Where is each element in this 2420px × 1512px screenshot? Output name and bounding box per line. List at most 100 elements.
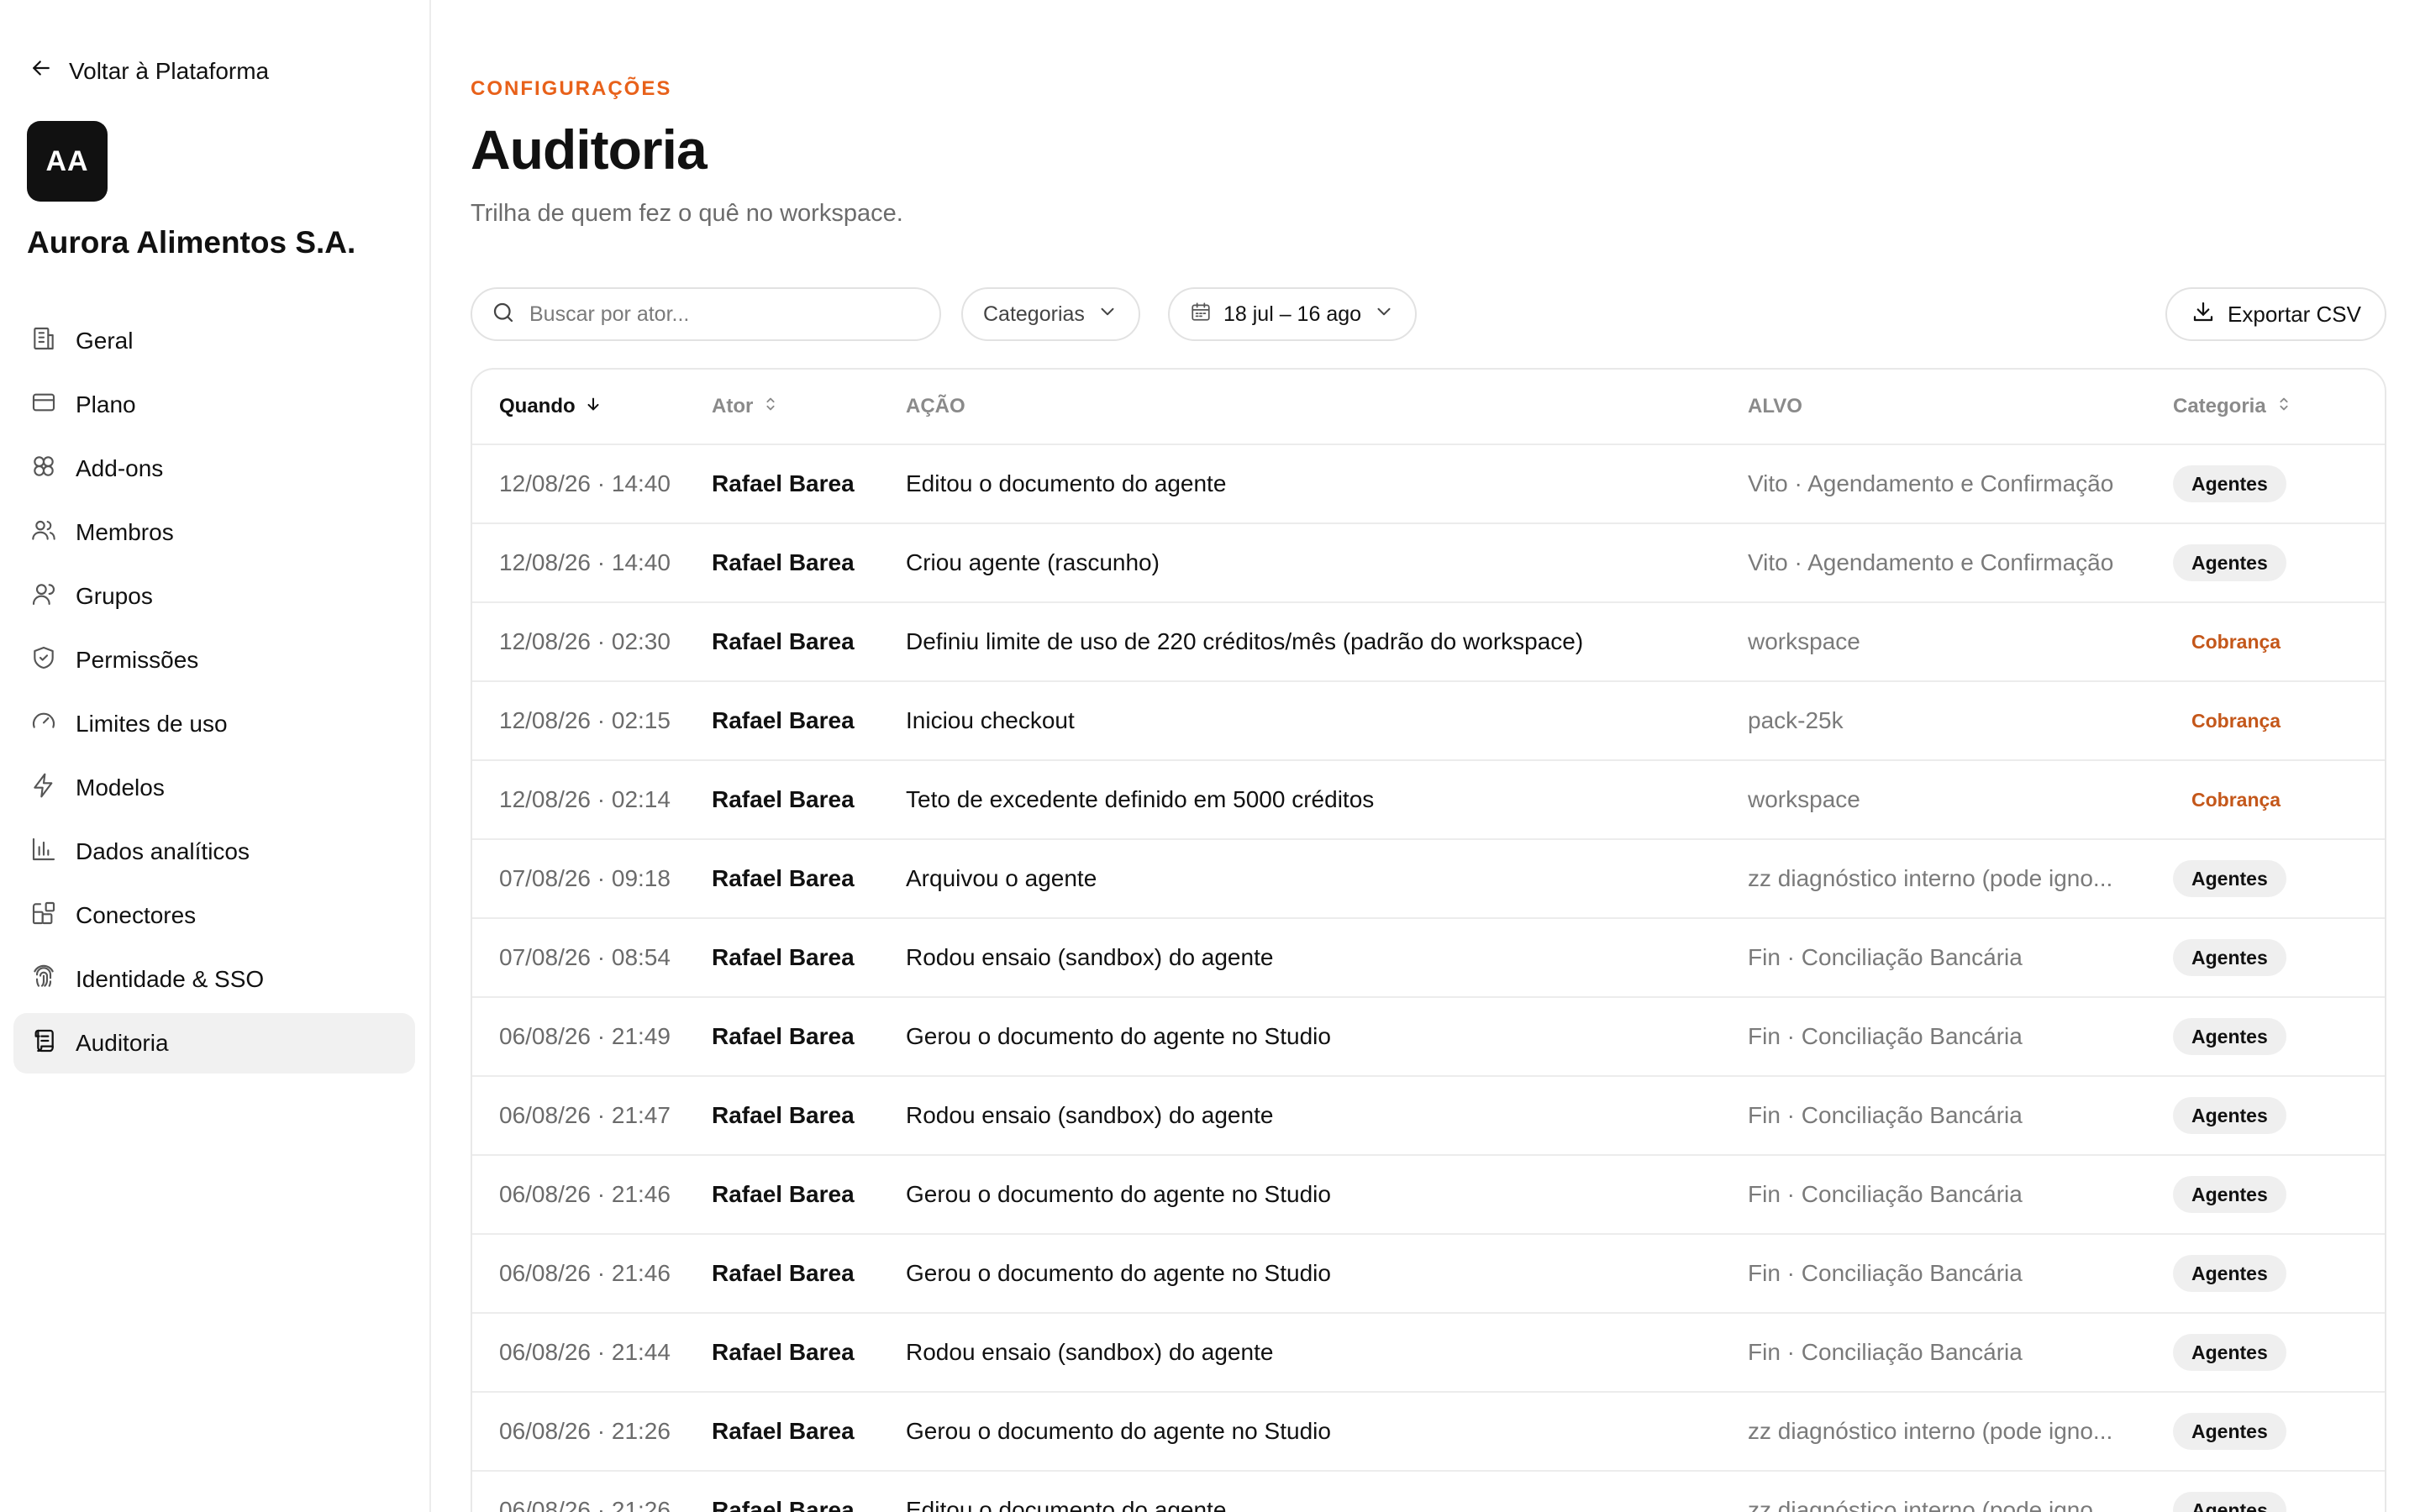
cell-actor: Rafael Barea: [712, 1023, 855, 1049]
category-badge: Agentes: [2173, 1018, 2286, 1055]
sidebar-item-grupos[interactable]: Grupos: [13, 566, 415, 627]
cell-when: 07/08/26 · 09:18: [499, 865, 671, 891]
sidebar-item-conectores[interactable]: Conectores: [13, 885, 415, 946]
table-row: 12/08/26 · 14:40 Rafael Barea Editou o doc…: [472, 445, 2385, 524]
fingerprint-icon: [30, 963, 57, 996]
sidebar-item-label: Modelos: [76, 774, 165, 801]
cell-when: 06/08/26 · 21:49: [499, 1023, 671, 1049]
search-icon: [491, 300, 516, 329]
table-row: 06/08/26 · 21:47 Rafael Barea Rodou ensaio…: [472, 1077, 2385, 1156]
cell-category: Agentes: [2173, 939, 2385, 976]
cell-target: workspace: [1748, 786, 1860, 812]
date-range-label: 18 jul – 16 ago: [1223, 302, 1362, 326]
cell-action: Gerou o documento do agente no Studio: [906, 1260, 1331, 1286]
export-csv-button[interactable]: Exportar CSV: [2165, 287, 2386, 341]
category-badge: Agentes: [2173, 1255, 2286, 1292]
column-header-when[interactable]: Quando: [472, 395, 712, 419]
category-badge: Agentes: [2173, 1097, 2286, 1134]
sidebar-item-label: Grupos: [76, 583, 153, 609]
column-header-label: AÇÃO: [906, 395, 965, 417]
credit-card-icon: [30, 389, 57, 422]
bolt-icon: [30, 772, 57, 805]
cell-target: Fin · Conciliação Bancária: [1748, 1181, 2023, 1207]
sidebar-item-limites[interactable]: Limites de uso: [13, 694, 415, 754]
cell-target: Vito · Agendamento e Confirmação: [1748, 549, 2114, 575]
date-range-picker[interactable]: 18 jul – 16 ago: [1168, 287, 1418, 341]
cell-category: Cobrança: [2173, 702, 2385, 739]
cell-when: 12/08/26 · 02:30: [499, 628, 671, 654]
category-badge: Cobrança: [2173, 702, 2300, 739]
calendar-icon: [1190, 301, 1212, 328]
cell-target: Vito · Agendamento e Confirmação: [1748, 470, 2114, 496]
page-eyebrow: CONFIGURAÇÕES: [471, 77, 672, 100]
category-badge: Agentes: [2173, 1334, 2286, 1371]
table-row: 12/08/26 · 02:15 Rafael Barea Iniciou chec…: [472, 682, 2385, 761]
main-content: CONFIGURAÇÕES Auditoria Trilha de quem f…: [431, 0, 2420, 1512]
cell-when: 06/08/26 · 21:47: [499, 1102, 671, 1128]
table-row: 06/08/26 · 21:46 Rafael Barea Gerou o docu…: [472, 1156, 2385, 1235]
cell-when: 06/08/26 · 21:26: [499, 1497, 671, 1512]
column-header-category[interactable]: Categoria: [2173, 395, 2385, 419]
category-badge: Agentes: [2173, 1176, 2286, 1213]
table-row: 06/08/26 · 21:26 Rafael Barea Gerou o docu…: [472, 1393, 2385, 1472]
cell-actor: Rafael Barea: [712, 1418, 855, 1444]
sidebar-item-permissoes[interactable]: Permissões: [13, 630, 415, 690]
cell-action: Teto de excedente definido em 5000 crédi…: [906, 786, 1375, 812]
cell-category: Agentes: [2173, 465, 2385, 502]
column-header-actor[interactable]: Ator: [712, 395, 906, 419]
cell-target: zz diagnóstico interno (pode igno...: [1748, 865, 2113, 891]
sidebar-item-auditoria[interactable]: Auditoria: [13, 1013, 415, 1074]
sidebar-item-modelos[interactable]: Modelos: [13, 758, 415, 818]
cell-action: Definiu limite de uso de 220 créditos/mê…: [906, 628, 1584, 654]
cell-actor: Rafael Barea: [712, 1260, 855, 1286]
back-to-platform-link[interactable]: Voltar à Plataforma: [29, 55, 269, 87]
cell-target: Fin · Conciliação Bancária: [1748, 1260, 2023, 1286]
sidebar-item-addons[interactable]: Add-ons: [13, 438, 415, 499]
user-group-icon: [30, 580, 57, 613]
column-header-target: ALVO: [1748, 395, 2173, 418]
search-input[interactable]: [529, 302, 916, 327]
sidebar-item-membros[interactable]: Membros: [13, 502, 415, 563]
cell-category: Agentes: [2173, 1097, 2385, 1134]
download-icon: [2191, 299, 2216, 330]
cell-action: Rodou ensaio (sandbox) do agente: [906, 1102, 1274, 1128]
app-root: Voltar à Plataforma AA Aurora Alimentos …: [0, 0, 2420, 1512]
sidebar-item-plano[interactable]: Plano: [13, 375, 415, 435]
categories-dropdown[interactable]: Categorias: [961, 287, 1140, 341]
page-title: Auditoria: [471, 118, 708, 181]
cell-when: 12/08/26 · 14:40: [499, 549, 671, 575]
cell-actor: Rafael Barea: [712, 707, 855, 733]
cell-actor: Rafael Barea: [712, 1339, 855, 1365]
sidebar: Voltar à Plataforma AA Aurora Alimentos …: [0, 0, 431, 1512]
shapes-icon: [30, 453, 57, 486]
cell-action: Arquivou o agente: [906, 865, 1097, 891]
cell-category: Agentes: [2173, 1255, 2385, 1292]
gauge-icon: [30, 708, 57, 741]
cell-category: Agentes: [2173, 1492, 2385, 1512]
table-row: 07/08/26 · 09:18 Rafael Barea Arquivou o a…: [472, 840, 2385, 919]
cell-target: zz diagnóstico interno (pode igno...: [1748, 1418, 2113, 1444]
sidebar-item-dados-analiticos[interactable]: Dados analíticos: [13, 822, 415, 882]
users-icon: [30, 517, 57, 549]
cell-category: Agentes: [2173, 860, 2385, 897]
sidebar-item-geral[interactable]: Geral: [13, 311, 415, 371]
cell-action: Iniciou checkout: [906, 707, 1075, 733]
cell-actor: Rafael Barea: [712, 549, 855, 575]
org-avatar: AA: [27, 121, 108, 202]
cell-actor: Rafael Barea: [712, 628, 855, 654]
cell-target: Fin · Conciliação Bancária: [1748, 1102, 2023, 1128]
scroll-icon: [30, 1027, 57, 1060]
cell-when: 12/08/26 · 14:40: [499, 470, 671, 496]
arrow-left-icon: [29, 55, 54, 87]
cell-action: Editou o documento do agente: [906, 1497, 1227, 1512]
column-header-label: ALVO: [1748, 395, 1802, 417]
cell-category: Cobrança: [2173, 781, 2385, 818]
table-row: 06/08/26 · 21:26 Rafael Barea Editou o doc…: [472, 1472, 2385, 1512]
filters-toolbar: Categorias 18 jul – 16 ago Exportar CSV: [471, 287, 2386, 341]
category-badge: Agentes: [2173, 860, 2286, 897]
sidebar-item-identidade-sso[interactable]: Identidade & SSO: [13, 949, 415, 1010]
table-row: 12/08/26 · 02:30 Rafael Barea Definiu limi…: [472, 603, 2385, 682]
cell-when: 12/08/26 · 02:15: [499, 707, 671, 733]
page-subtitle: Trilha de quem fez o quê no workspace.: [471, 200, 903, 227]
settings-nav: Geral Plano Add-ons Membros Grupos Permi…: [13, 311, 415, 1077]
